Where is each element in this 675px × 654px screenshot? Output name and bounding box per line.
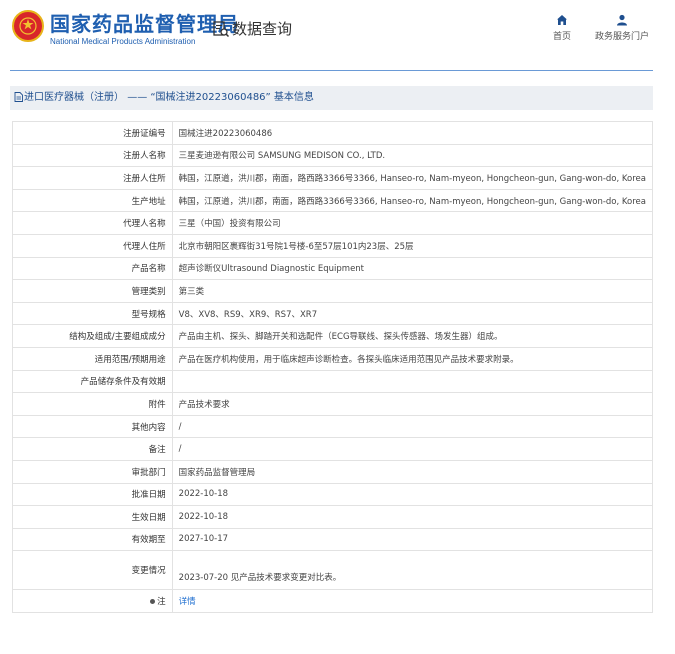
table-row: 生效日期 2022-10-18: [12, 505, 654, 529]
table-row: 审批部门 国家药品监督管理局: [12, 459, 654, 484]
field-value: 三星（中国）投资有限公司: [171, 211, 654, 235]
user-icon: [617, 14, 627, 26]
note-label: 注: [12, 589, 173, 613]
field-label: 生效日期: [12, 505, 173, 529]
table-row: 变更情况 2023-07-20 见产品技术要求变更对比表。: [12, 550, 654, 591]
field-value: V8、XV8、RS9、XR9、RS7、XR7: [171, 301, 654, 326]
field-label: 审批部门: [12, 459, 173, 484]
table-row: 附件 产品技术要求: [12, 392, 654, 416]
header-divider: [10, 70, 653, 71]
table-row: 管理类别 第三类: [12, 279, 654, 303]
field-value: 2022-10-18: [171, 482, 654, 507]
field-label: 型号规格: [12, 301, 173, 326]
field-value: 2027-10-17: [171, 527, 654, 552]
document-icon: [14, 92, 23, 102]
field-value: 韩国，江原道，洪川郡，南面，路西路3366号3366, Hanseo-ro, N…: [171, 188, 654, 213]
site-subtitle: National Medical Products Administration: [50, 37, 196, 46]
field-label: 注册人住所: [12, 166, 173, 190]
table-row: 批准日期 2022-10-18: [12, 482, 654, 507]
breadcrumb-separator: ——: [127, 92, 148, 103]
field-value: 第三类: [171, 279, 654, 303]
field-value: 超声诊断仪Ultrasound Diagnostic Equipment: [171, 256, 654, 281]
field-label: 有效期至: [12, 527, 173, 552]
field-label: 附件: [12, 392, 173, 416]
field-label: 其他内容: [12, 414, 173, 439]
table-row: 适用范围/预期用途 产品在医疗机构使用，用于临床超声诊断检查。各探头临床适用范围见…: [12, 346, 654, 371]
field-value: 国械注进20223060486: [171, 121, 654, 145]
table-row: 有效期至 2027-10-17: [12, 527, 654, 552]
field-value: 2022-10-18: [171, 505, 654, 529]
field-value: /: [171, 437, 654, 461]
field-value: 产品由主机、探头、脚踏开关和选配件（ECG导联线、探头传感器、场发生器）组成。: [171, 324, 654, 348]
field-value: 产品技术要求: [171, 392, 654, 416]
breadcrumb-category[interactable]: 进口医疗器械（注册）: [24, 92, 124, 103]
registration-info-table: 注册证编号 国械注进20223060486 注册人名称 三星麦迪逊有限公司 SAMS…: [12, 121, 654, 613]
field-value: 产品在医疗机构使用，用于临床超声诊断检查。各探头临床适用范围见产品技术要求附录。: [171, 346, 654, 371]
table-row: 备注 /: [12, 437, 654, 461]
table-row: 注册人名称 三星麦迪逊有限公司 SAMSUNG MEDISON CO., LTD.: [12, 143, 654, 168]
table-row: 其他内容 /: [12, 414, 654, 439]
site-title[interactable]: 国家药品监督管理局: [50, 8, 239, 37]
table-row: 型号规格 V8、XV8、RS9、XR9、RS7、XR7: [12, 301, 654, 326]
nav-home-label: 首页: [553, 32, 572, 42]
field-label: 适用范围/预期用途: [12, 346, 173, 371]
field-value: [171, 369, 654, 394]
data-query-title: 数据查询: [212, 18, 292, 39]
field-label: 批准日期: [12, 482, 173, 507]
data-query-label: 数据查询: [232, 20, 293, 38]
details-link[interactable]: 详情: [179, 597, 196, 607]
field-label: 产品名称: [12, 256, 173, 281]
breadcrumb: 进口医疗器械（注册） —— “国械注进20223060486” 基本信息: [10, 86, 653, 110]
field-value: 2023-07-20 见产品技术要求变更对比表。: [171, 550, 654, 591]
field-label: 备注: [12, 437, 173, 461]
breadcrumb-suffix: 基本信息: [273, 92, 314, 103]
field-value: 北京市朝阳区裹辉街31号院1号楼-6至57层101内23层、25层: [171, 233, 654, 258]
table-row: 产品名称 超声诊断仪Ultrasound Diagnostic Equipment: [12, 256, 654, 281]
breadcrumb-record: “国械注进20223060486”: [150, 92, 271, 103]
field-label: 生产地址: [12, 188, 173, 213]
field-label: 注册人名称: [12, 143, 173, 168]
bullet-icon: [150, 599, 156, 605]
field-label: 代理人住所: [12, 233, 173, 258]
nav-service-portal[interactable]: 政务服务门户: [595, 14, 649, 42]
table-row: 产品储存条件及有效期: [12, 369, 654, 394]
note-value: 详情: [171, 589, 654, 613]
field-label: 变更情况: [12, 550, 173, 591]
table-row: 注 详情: [12, 589, 654, 613]
table-row: 结构及组成/主要组成成分 产品由主机、探头、脚踏开关和选配件（ECG导联线、探头传…: [12, 324, 654, 348]
home-icon: [557, 15, 567, 25]
note-label-text: 注: [157, 597, 166, 608]
site-header: 国家药品监督管理局 National Medical Products Admi…: [0, 0, 675, 70]
field-value: 三星麦迪逊有限公司 SAMSUNG MEDISON CO., LTD.: [171, 143, 654, 168]
field-value: 韩国，江原道，洪川郡，南面，路西路3366号3366, Hanseo-ro, N…: [171, 166, 654, 190]
field-label: 注册证编号: [12, 121, 173, 145]
table-row: 注册证编号 国械注进20223060486: [12, 121, 654, 145]
field-label: 产品储存条件及有效期: [12, 369, 173, 394]
nav-home[interactable]: 首页: [553, 14, 571, 42]
field-label: 代理人名称: [12, 211, 173, 235]
field-label: 管理类别: [12, 279, 173, 303]
field-value: /: [171, 414, 654, 439]
table-row: 注册人住所 韩国，江原道，洪川郡，南面，路西路3366号3366, Hanseo-…: [12, 166, 654, 190]
field-label: 结构及组成/主要组成成分: [12, 324, 173, 348]
field-value: 国家药品监督管理局: [171, 459, 654, 484]
data-query-icon: [213, 20, 230, 37]
table-row: 生产地址 韩国，江原道，洪川郡，南面，路西路3366号3366, Hanseo-r…: [12, 188, 654, 213]
national-emblem-icon: [12, 10, 44, 42]
nav-service-portal-label: 政务服务门户: [595, 32, 650, 42]
table-row: 代理人名称 三星（中国）投资有限公司: [12, 211, 654, 235]
table-row: 代理人住所 北京市朝阳区裹辉街31号院1号楼-6至57层101内23层、25层: [12, 233, 654, 258]
